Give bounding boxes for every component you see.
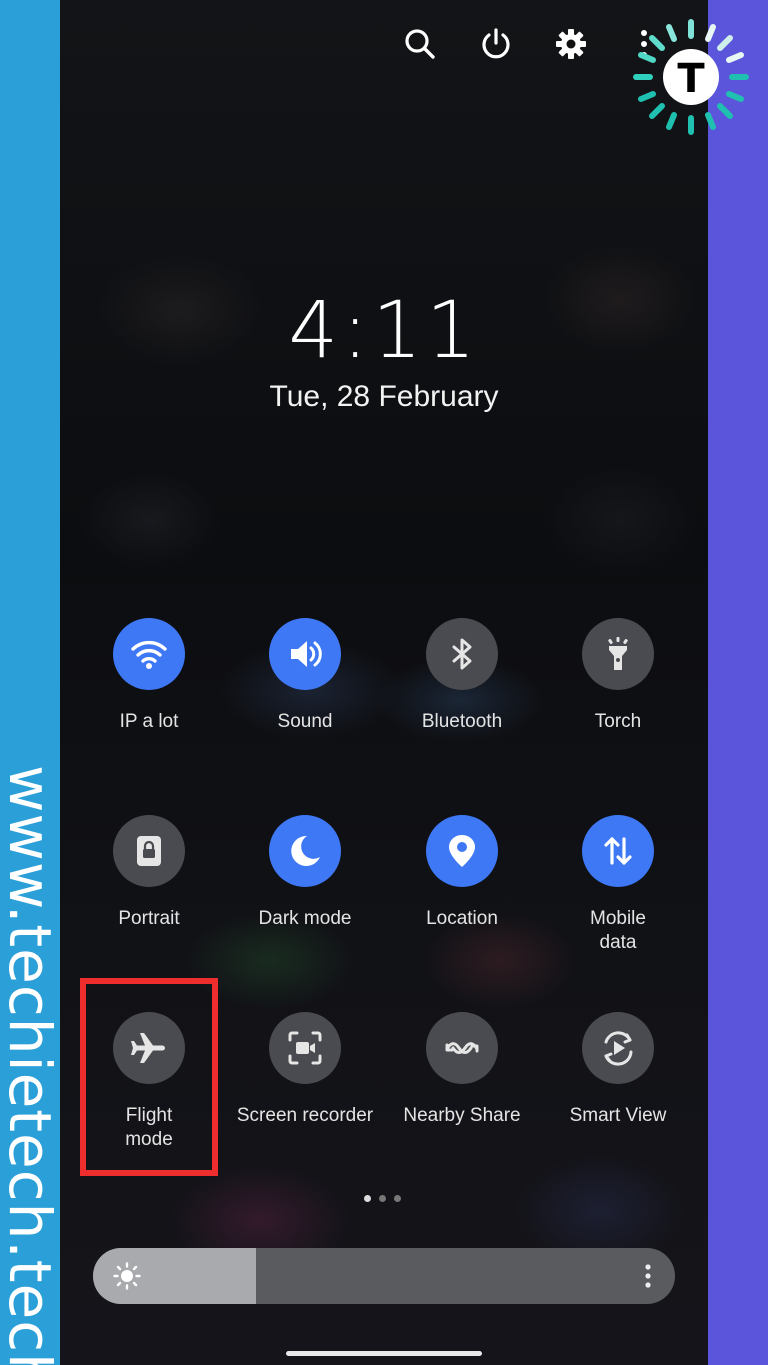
tile-label: Screen recorder (236, 1105, 374, 1126)
bluetooth-icon[interactable] (426, 618, 498, 690)
watermark-strip-right (708, 0, 768, 1365)
tile-mobile-data[interactable]: Mobile data (540, 815, 696, 955)
nearby-share-icon[interactable] (426, 1012, 498, 1084)
page-dot[interactable] (364, 1195, 371, 1202)
techietech-logo: T (628, 14, 754, 140)
screenshot-frame: www.techietech.tech T 4:11 Tue, 28 Febru… (0, 0, 768, 1365)
page-dot[interactable] (379, 1195, 386, 1202)
brightness-slider[interactable] (93, 1248, 675, 1304)
tile-portrait[interactable]: Portrait (71, 815, 227, 931)
settings-icon[interactable] (551, 24, 591, 64)
tile-label: Bluetooth (421, 711, 503, 732)
tile-label: Mobile data (590, 908, 646, 953)
brightness-more-icon[interactable] (643, 1262, 653, 1290)
tile-label: Portrait (118, 908, 180, 929)
tile-nearby-share[interactable]: Nearby Share (384, 1012, 540, 1128)
mobile-data-icon[interactable] (582, 815, 654, 887)
moon-icon[interactable] (269, 815, 341, 887)
tile-bluetooth[interactable]: Bluetooth (384, 618, 540, 734)
torch-icon[interactable] (582, 618, 654, 690)
highlight-annotation (80, 978, 218, 1176)
screen-recorder-icon[interactable] (269, 1012, 341, 1084)
tile-screen-recorder[interactable]: Screen recorder (227, 1012, 383, 1128)
tile-label: Nearby Share (403, 1105, 521, 1126)
tile-sound[interactable]: Sound (227, 618, 383, 734)
tile-label: Smart View (569, 1105, 667, 1126)
clock-date: Tue, 28 February (269, 380, 499, 413)
watermark-url: www.techietech.tech (0, 765, 64, 1365)
tile-label: IP a lot (119, 711, 179, 732)
tile-label: Dark mode (258, 908, 352, 929)
tile-dark-mode[interactable]: Dark mode (227, 815, 383, 931)
tile-label: Torch (594, 711, 642, 732)
page-dot[interactable] (394, 1195, 401, 1202)
volume-icon[interactable] (269, 618, 341, 690)
tile-label: Sound (277, 711, 333, 732)
tile-torch[interactable]: Torch (540, 618, 696, 734)
portrait-lock-icon[interactable] (113, 815, 185, 887)
tile-location[interactable]: Location (384, 815, 540, 931)
power-icon[interactable] (476, 24, 516, 64)
page-indicator[interactable] (364, 1195, 401, 1202)
tile-smart-view[interactable]: Smart View (540, 1012, 696, 1128)
search-icon[interactable] (400, 24, 440, 64)
smart-view-icon[interactable] (582, 1012, 654, 1084)
tile-wifi[interactable]: IP a lot (71, 618, 227, 734)
clock-time: 4:11 (288, 286, 480, 376)
tile-label: Location (426, 908, 498, 929)
gesture-nav-handle[interactable] (286, 1351, 482, 1356)
brightness-sun-icon (113, 1262, 141, 1290)
logo-letter: T (677, 56, 705, 102)
wifi-icon[interactable] (113, 618, 185, 690)
location-pin-icon[interactable] (426, 815, 498, 887)
